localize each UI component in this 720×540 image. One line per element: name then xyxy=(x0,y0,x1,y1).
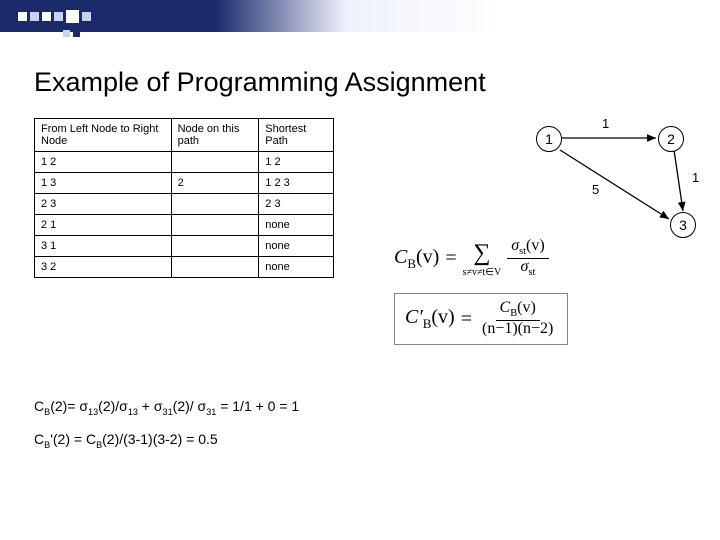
table-row: 3 2 none xyxy=(35,257,334,278)
table-cell xyxy=(171,152,259,173)
equation-2: CB'(2) = CB(2)/(3-1)(3-2) = 0.5 xyxy=(34,431,299,450)
table-cell: none xyxy=(259,257,334,278)
deco-square xyxy=(63,30,70,37)
deco-square xyxy=(54,12,63,21)
deco-square xyxy=(82,12,91,21)
table-cell: 3 1 xyxy=(35,236,172,257)
table-cell xyxy=(171,257,259,278)
table-cell: 2 3 xyxy=(35,194,172,215)
worked-equations: CB(2)= σ13(2)/σ13 + σ31(2)/ σ31 = 1/1 + … xyxy=(34,398,299,464)
edge-weight: 5 xyxy=(592,182,599,197)
table-row: 2 1 none xyxy=(35,215,334,236)
decorative-header xyxy=(0,0,720,32)
col-header: Shortest Path xyxy=(259,119,334,152)
table-cell: 3 2 xyxy=(35,257,172,278)
table-row: 1 321 2 3 xyxy=(35,173,334,194)
table-cell: 2 xyxy=(171,173,259,194)
deco-square xyxy=(30,12,39,21)
graph-node-3: 3 xyxy=(670,212,696,238)
col-header: Node on this path xyxy=(171,119,259,152)
table-cell: 1 3 xyxy=(35,173,172,194)
graph-diagram: 1 2 3 1 1 5 xyxy=(514,108,714,258)
table-row: 2 3 2 3 xyxy=(35,194,334,215)
deco-square xyxy=(66,10,79,23)
table-row: 3 1 none xyxy=(35,236,334,257)
table-cell xyxy=(171,215,259,236)
table-cell: 2 3 xyxy=(259,194,334,215)
formula-block: CB(v) = ∑ s≠v≠t∈V σst(v) σst C′B(v) = CB… xyxy=(394,238,568,359)
col-header: From Left Node to Right Node xyxy=(35,119,172,152)
formula-cb-prime: C′B(v) = CB(v) (n−1)(n−2) xyxy=(394,293,568,345)
edge-weight: 1 xyxy=(692,170,699,185)
table-cell: 2 1 xyxy=(35,215,172,236)
deco-square xyxy=(73,30,80,37)
table-cell: 1 2 xyxy=(35,152,172,173)
formula-cb: CB(v) = ∑ s≠v≠t∈V σst(v) σst xyxy=(394,238,568,279)
deco-square xyxy=(18,12,27,21)
table-row: 1 2 1 2 xyxy=(35,152,334,173)
table-cell xyxy=(171,194,259,215)
sigma-icon: ∑ xyxy=(473,240,490,267)
table-cell xyxy=(171,236,259,257)
deco-square xyxy=(42,12,51,21)
table-cell: none xyxy=(259,236,334,257)
page-title: Example of Programming Assignment xyxy=(34,67,720,98)
table-cell: none xyxy=(259,215,334,236)
edge-weight: 1 xyxy=(602,116,609,131)
equation-1: CB(2)= σ13(2)/σ13 + σ31(2)/ σ31 = 1/1 + … xyxy=(34,398,299,417)
shortest-path-table: From Left Node to Right Node Node on thi… xyxy=(34,118,334,278)
graph-node-1: 1 xyxy=(536,126,562,152)
table-cell: 1 2 xyxy=(259,152,334,173)
table-cell: 1 2 3 xyxy=(259,173,334,194)
graph-node-2: 2 xyxy=(658,126,684,152)
